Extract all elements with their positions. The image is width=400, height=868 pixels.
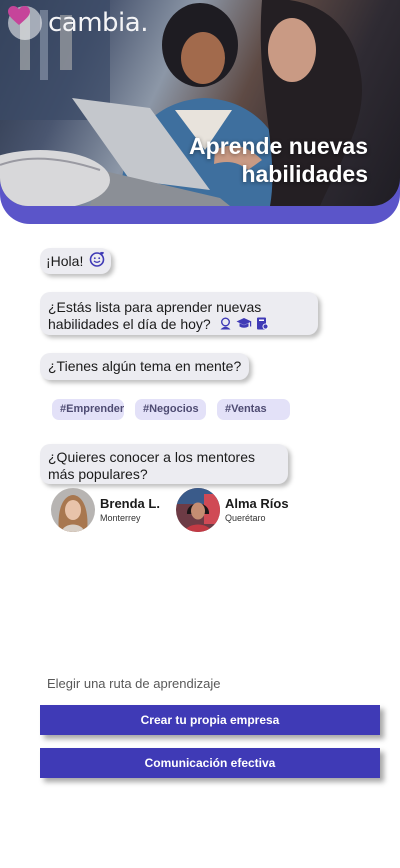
greeting-text: ¡Hola! bbox=[46, 252, 84, 269]
tag-negocios[interactable]: #Negocios bbox=[135, 399, 206, 420]
chat-bubble-topic: ¿Tienes algún tema en mente? bbox=[40, 353, 250, 380]
brand-logo[interactable]: cambia. bbox=[8, 6, 148, 40]
hero-title: Aprende nuevas habilidades bbox=[189, 133, 368, 187]
route-button-comunicacion[interactable]: Comunicación efectiva bbox=[40, 748, 380, 778]
chat-bubble-greeting: ¡Hola! bbox=[40, 248, 112, 274]
avatar bbox=[51, 488, 95, 532]
route-button-empresa[interactable]: Crear tu propia empresa bbox=[40, 705, 380, 735]
graduation-cap-icon bbox=[236, 317, 252, 334]
topic-tags: #Emprender #Negocios #Ventas bbox=[52, 399, 290, 420]
chat-bubble-mentors: ¿Quieres conocer a los mentores más popu… bbox=[40, 444, 288, 484]
mentor-city: Querétaro bbox=[225, 513, 266, 523]
avatar bbox=[176, 488, 220, 532]
mentor-card[interactable]: Alma Ríos Querétaro bbox=[176, 488, 289, 532]
hero-banner: cambia. Aprende nuevas habilidades bbox=[0, 0, 400, 224]
book-badge-icon bbox=[256, 317, 269, 334]
mentor-city: Monterrey bbox=[100, 513, 141, 523]
mentor-name: Alma Ríos bbox=[225, 496, 289, 511]
heart-logo-icon bbox=[8, 6, 42, 40]
hero-photo: cambia. Aprende nuevas habilidades bbox=[0, 0, 400, 206]
person-icon bbox=[219, 317, 232, 334]
route-label: Elegir una ruta de aprendizaje bbox=[47, 676, 221, 691]
tag-ventas[interactable]: #Ventas bbox=[217, 399, 290, 420]
mentor-card[interactable]: Brenda L. Monterrey bbox=[51, 488, 160, 532]
tag-emprender[interactable]: #Emprender bbox=[52, 399, 124, 420]
smiley-heart-icon bbox=[89, 251, 105, 271]
chat-bubble-learn: ¿Estás lista para aprender nuevas habili… bbox=[40, 292, 318, 335]
brand-name: cambia. bbox=[48, 8, 148, 38]
mentor-name: Brenda L. bbox=[100, 496, 160, 511]
